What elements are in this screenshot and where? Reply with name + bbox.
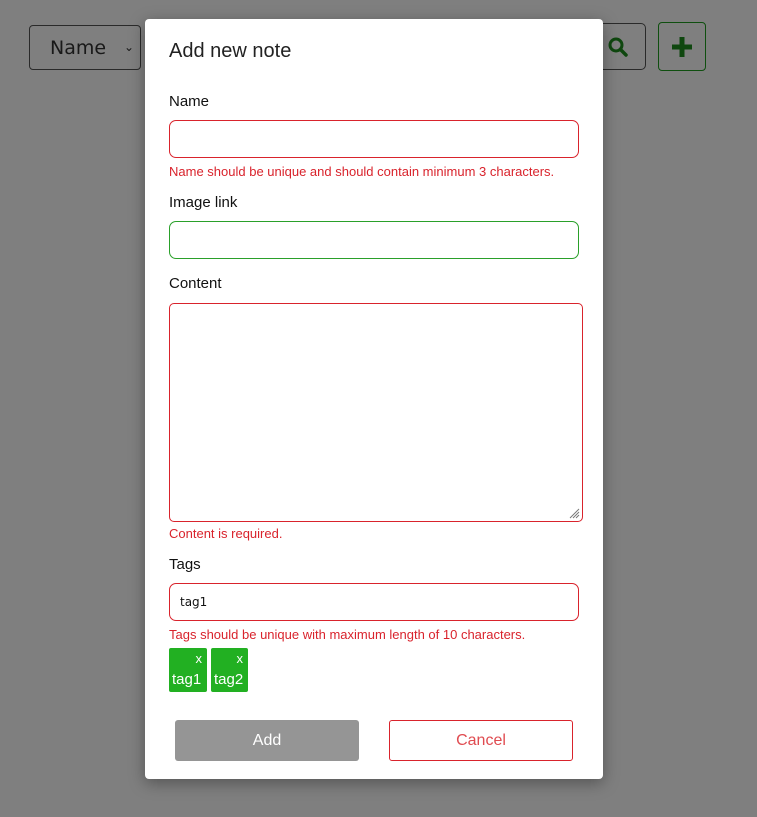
- tags-error: Tags should be unique with maximum lengt…: [169, 627, 526, 642]
- content-error: Content is required.: [169, 526, 283, 541]
- name-label: Name: [169, 93, 210, 110]
- name-input[interactable]: [169, 120, 579, 158]
- remove-tag-button[interactable]: x: [237, 651, 244, 666]
- name-error: Name should be unique and should contain…: [169, 164, 555, 179]
- resize-grip-icon[interactable]: [568, 507, 580, 519]
- tags-input-value: tag1: [180, 595, 208, 609]
- add-button[interactable]: Add: [175, 720, 359, 761]
- tag-chip-label: tag1: [172, 671, 202, 688]
- tags-label: Tags: [169, 556, 201, 573]
- tags-input[interactable]: tag1: [169, 583, 579, 621]
- image-link-input[interactable]: [169, 221, 579, 259]
- tag-chip: x tag1: [169, 648, 207, 692]
- image-link-label: Image link: [169, 194, 238, 211]
- dialog-title: Add new note: [169, 40, 292, 62]
- add-note-dialog: Add new note Name Name should be unique …: [145, 19, 603, 779]
- content-textarea[interactable]: [169, 303, 583, 522]
- content-label: Content: [169, 275, 222, 292]
- tag-chip-label: tag2: [214, 671, 244, 688]
- cancel-button[interactable]: Cancel: [389, 720, 573, 761]
- tag-chip: x tag2: [211, 648, 248, 692]
- remove-tag-button[interactable]: x: [196, 651, 203, 666]
